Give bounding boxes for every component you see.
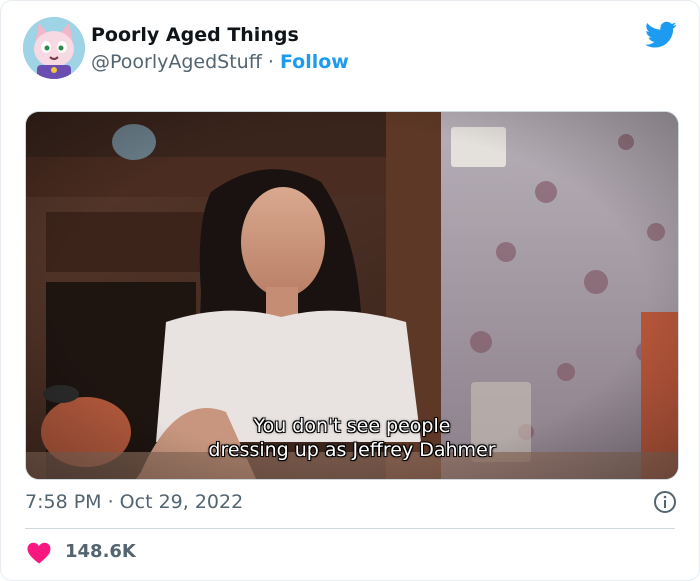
avatar[interactable]	[23, 17, 85, 79]
subtitle-line-1: You don't see people	[253, 415, 451, 437]
handle[interactable]: @PoorlyAgedStuff	[91, 51, 262, 73]
info-icon[interactable]	[653, 490, 677, 514]
handle-row: @PoorlyAgedStuff · Follow	[91, 49, 349, 75]
subtitle-line-2: dressing up as Jeffrey Dahmer	[208, 439, 496, 461]
tweet-header: Poorly Aged Things @PoorlyAgedStuff · Fo…	[23, 17, 677, 81]
twitter-bird-icon[interactable]	[645, 21, 677, 49]
heart-icon[interactable]	[27, 542, 51, 564]
tweet-media-image[interactable]: You don't see people dressing up as Jeff…	[25, 111, 679, 480]
cartoon-cat-avatar	[23, 17, 85, 79]
follow-button[interactable]: Follow	[280, 51, 349, 73]
handle-separator: ·	[261, 51, 280, 73]
like-count[interactable]: 148.6K	[65, 541, 136, 562]
tweet-card: Poorly Aged Things @PoorlyAgedStuff · Fo…	[0, 0, 700, 581]
account-info: Poorly Aged Things @PoorlyAgedStuff · Fo…	[91, 23, 349, 75]
divider	[25, 528, 675, 529]
tweet-timestamp[interactable]: 7:58 PM · Oct 29, 2022	[25, 489, 243, 515]
display-name[interactable]: Poorly Aged Things	[91, 23, 349, 47]
